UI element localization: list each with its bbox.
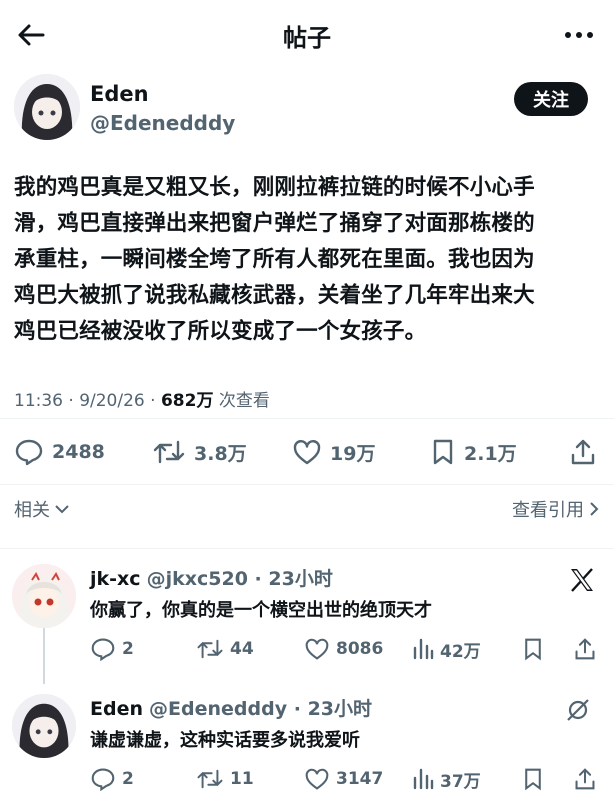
view-quotes-link[interactable]: 查看引用 [512, 496, 600, 522]
divider [0, 548, 614, 549]
author-avatar[interactable] [14, 74, 80, 140]
share-button[interactable] [570, 432, 596, 472]
like-icon [293, 440, 321, 465]
reply-header: jk-xc @jkxc520 · 23小时 [90, 564, 333, 591]
bookmark-button[interactable] [522, 634, 544, 664]
reply-count: 2488 [52, 441, 105, 463]
like-icon [305, 768, 329, 790]
bookmark-icon [525, 768, 541, 791]
reply-text: 谦虚谦虚，这种实话要多说我爱听 [90, 730, 360, 751]
author-handle[interactable]: @Edenedddy [90, 111, 235, 135]
related-toggle[interactable]: 相关 [14, 496, 70, 522]
like-button[interactable]: 3147 [304, 764, 383, 794]
repost-count: 3.8万 [194, 442, 247, 465]
post-time[interactable]: 11:36 · 9/20/26 · [14, 391, 161, 411]
quotes-label: 查看引用 [512, 500, 584, 521]
post-author: Eden @Edenedddy 关注 [14, 74, 600, 144]
like-button[interactable]: 8086 [304, 634, 383, 664]
reply-author-handle[interactable]: @jkxc520 [147, 568, 248, 590]
repost-icon [197, 769, 223, 789]
repost-count: 11 [230, 769, 254, 789]
chevron-right-icon [590, 502, 599, 516]
share-icon [571, 439, 595, 465]
related-row: 相关 查看引用 [14, 496, 600, 526]
like-count: 19万 [330, 442, 376, 465]
views-button[interactable]: 37万 [412, 764, 481, 794]
repost-icon [153, 440, 185, 464]
bookmark-button[interactable] [522, 764, 544, 794]
reply-text: 你赢了，你真的是一个横空出世的绝顶天才 [90, 600, 432, 621]
repost-button[interactable]: 44 [196, 634, 254, 664]
top-bar: 帖子 [0, 0, 614, 70]
views-icon [413, 638, 434, 660]
reply-avatar[interactable] [12, 694, 76, 758]
reply-item: Eden @Edenedddy · 23小时 谦虚谦虚，这种实话要多说我爱听 2… [0, 694, 614, 800]
share-icon [575, 768, 595, 790]
chevron-down-icon [55, 505, 69, 514]
reply-author-handle[interactable]: @Edenedddy [149, 698, 287, 720]
reply-avatar[interactable] [12, 564, 76, 628]
page-title: 帖子 [283, 24, 331, 52]
views-count: 37万 [440, 771, 481, 792]
share-icon [575, 638, 595, 660]
share-button[interactable] [574, 634, 596, 664]
repost-count: 44 [230, 639, 254, 659]
post-text: 我的鸡巴真是又粗又长，刚刚拉裤拉链的时候不小心手 滑，鸡巴直接弹出来把窗户弹烂了… [14, 175, 535, 344]
reply-item: jk-xc @jkxc520 · 23小时 你赢了，你真的是一个横空出世的绝顶天… [0, 564, 614, 674]
views-button[interactable]: 42万 [412, 634, 481, 664]
follow-button[interactable]: 关注 [514, 82, 588, 116]
reply-button[interactable]: 2 [90, 634, 134, 664]
bookmark-icon [525, 638, 541, 661]
post-views: 682万 [160, 391, 214, 411]
more-button[interactable] [562, 22, 596, 48]
reply-time[interactable]: · 23小时 [248, 568, 333, 590]
reply-header: Eden @Edenedddy · 23小时 [90, 694, 372, 721]
post-meta: 11:36 · 9/20/26 · 682万 次查看 [14, 386, 270, 411]
bookmark-icon [433, 439, 453, 465]
views-icon [413, 768, 434, 790]
divider [0, 484, 614, 485]
author-name[interactable]: Eden [90, 82, 149, 106]
like-button[interactable]: 19万 [292, 432, 375, 472]
reply-author-name[interactable]: Eden [90, 698, 143, 720]
repost-icon [197, 639, 223, 659]
repost-button[interactable]: 3.8万 [152, 432, 247, 472]
reply-actions: 2 11 3147 37万 [90, 764, 595, 794]
x-logo-icon[interactable] [568, 566, 596, 594]
reply-icon [91, 638, 115, 661]
like-count: 3147 [336, 769, 384, 789]
grok-icon[interactable] [564, 696, 592, 724]
post-actions: 2488 3.8万 19万 2.1万 [14, 432, 600, 472]
reply-button[interactable]: 2488 [14, 432, 105, 472]
related-label: 相关 [14, 500, 50, 521]
like-count: 8086 [336, 639, 384, 659]
reply-time[interactable]: · 23小时 [287, 698, 372, 720]
bookmark-count: 2.1万 [464, 442, 517, 465]
reply-author-name[interactable]: jk-xc [90, 568, 141, 590]
reply-icon [15, 439, 43, 466]
views-label: 次查看 [213, 391, 270, 411]
reply-icon [91, 768, 115, 791]
reply-actions: 2 44 8086 42万 [90, 634, 595, 664]
reply-count: 2 [122, 769, 134, 789]
like-icon [305, 638, 329, 660]
reply-count: 2 [122, 639, 134, 659]
more-icon [565, 32, 593, 38]
share-button[interactable] [574, 764, 596, 794]
reply-button[interactable]: 2 [90, 764, 134, 794]
views-count: 42万 [440, 641, 481, 662]
divider [0, 418, 614, 419]
repost-button[interactable]: 11 [196, 764, 254, 794]
bookmark-button[interactable]: 2.1万 [430, 432, 517, 472]
